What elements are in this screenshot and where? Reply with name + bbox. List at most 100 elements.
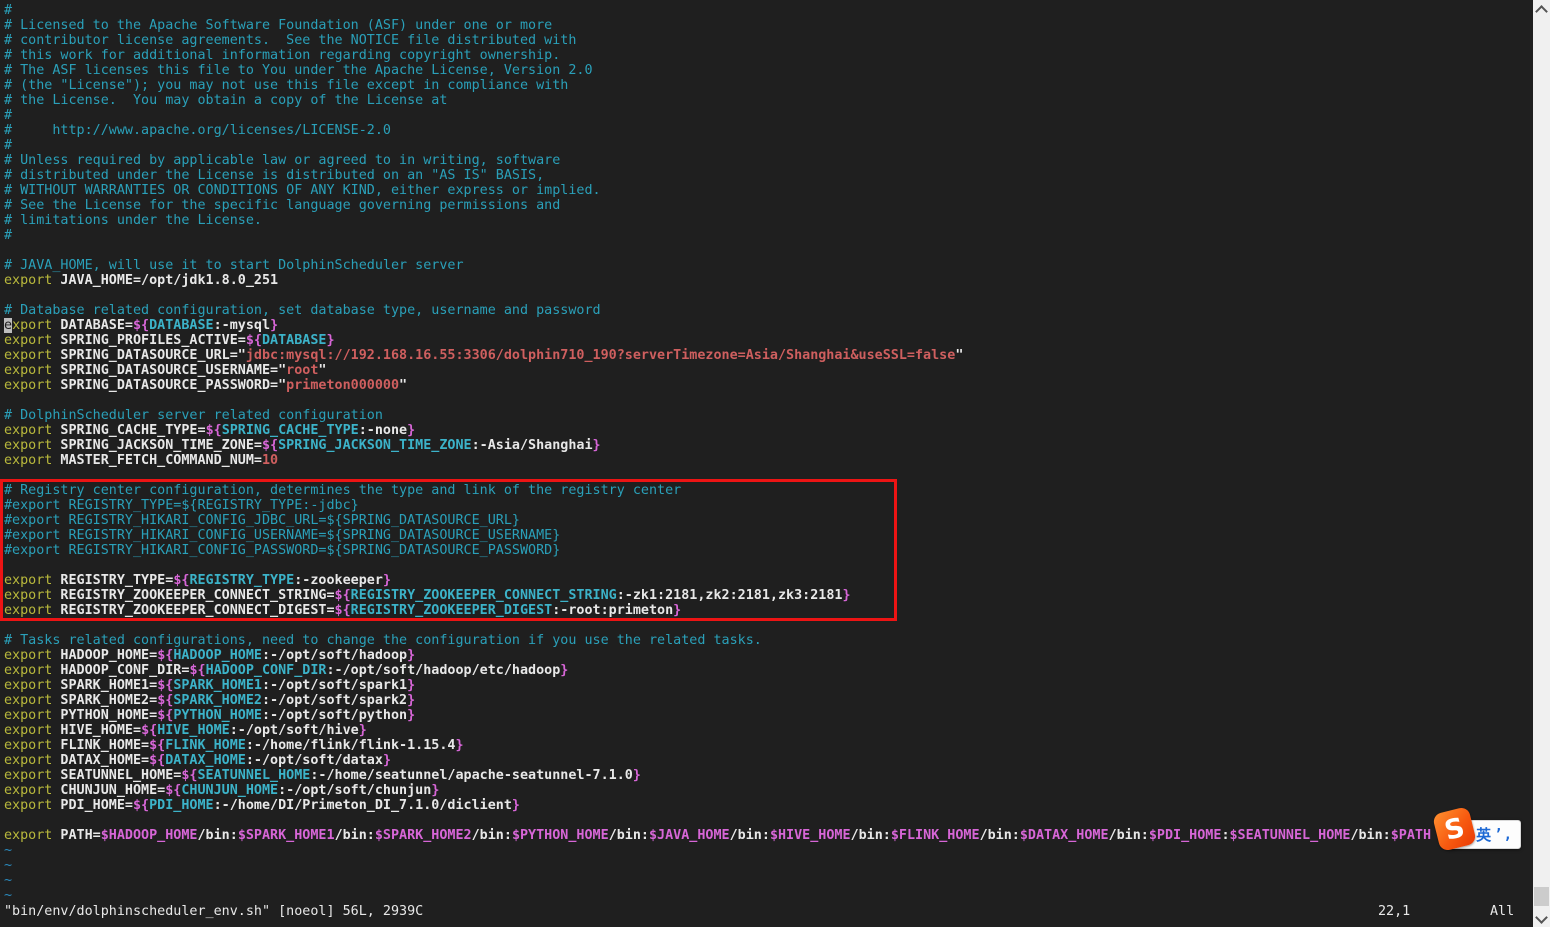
code-line	[4, 243, 1533, 258]
code-line: export SPRING_PROFILES_ACTIVE=${DATABASE…	[4, 333, 1533, 348]
token: # Licensed to the Apache Software Founda…	[4, 18, 552, 33]
token: /bin:	[335, 828, 375, 843]
code-line: export PYTHON_HOME=${PYTHON_HOME:-/opt/s…	[4, 708, 1533, 723]
token: #	[4, 138, 12, 153]
scrollbar[interactable]	[1533, 0, 1550, 927]
token: # The ASF licenses this file to You unde…	[4, 63, 593, 78]
token: DATABASE=	[52, 318, 133, 333]
token: xport	[12, 318, 52, 333]
scroll-position: All	[1490, 904, 1514, 919]
token: }	[842, 588, 850, 603]
token: #export REGISTRY_TYPE=${REGISTRY_TYPE:-j…	[4, 498, 359, 513]
token: :-zookeeper	[294, 573, 383, 588]
code-line: export CHUNJUN_HOME=${CHUNJUN_HOME:-/opt…	[4, 783, 1533, 798]
token: :-zk1:2181,zk2:2181,zk3:2181	[617, 588, 843, 603]
token: ${	[246, 333, 262, 348]
token: HIVE_HOME=	[52, 723, 141, 738]
token: # Database related configuration, set da…	[4, 303, 601, 318]
code-line: export SPARK_HOME1=${SPARK_HOME1:-/opt/s…	[4, 678, 1533, 693]
token: }	[633, 768, 641, 783]
token: "	[318, 363, 326, 378]
code-line: export REGISTRY_ZOOKEEPER_CONNECT_DIGEST…	[4, 603, 1533, 618]
token: JAVA_HOME=/opt/jdk1.8.0_251	[52, 273, 278, 288]
scrollbar-thumb[interactable]	[1534, 887, 1549, 906]
token: export	[4, 648, 52, 663]
code-line: # (the "License"); you may not use this …	[4, 78, 1533, 93]
scrollbar-down-arrow-icon[interactable]	[1535, 911, 1548, 924]
token: ${	[335, 588, 351, 603]
token: export	[4, 588, 52, 603]
token: :	[1221, 828, 1229, 843]
token: primeton000000	[286, 378, 399, 393]
ime-widget[interactable]: 英 ’, S	[1436, 810, 1526, 855]
token: REGISTRY_ZOOKEEPER_CONNECT_DIGEST=	[52, 603, 334, 618]
code-line: #export REGISTRY_TYPE=${REGISTRY_TYPE:-j…	[4, 498, 1533, 513]
code-line: # WITHOUT WARRANTIES OR CONDITIONS OF AN…	[4, 183, 1533, 198]
empty-line-tilde: ~	[4, 858, 1533, 873]
token: }	[431, 783, 439, 798]
code-line	[4, 288, 1533, 303]
code-line: export PDI_HOME=${PDI_HOME:-/home/DI/Pri…	[4, 798, 1533, 813]
terminal-window: # # Licensed to the Apache Software Found…	[0, 0, 1550, 927]
token: }	[560, 663, 568, 678]
code-line: #export REGISTRY_HIKARI_CONFIG_USERNAME=…	[4, 528, 1533, 543]
token: }	[407, 693, 415, 708]
token: }	[407, 423, 415, 438]
token: $JAVA_HOME	[649, 828, 730, 843]
token: # See the License for the specific langu…	[4, 198, 560, 213]
token: SEATUNNEL_HOME=	[52, 768, 181, 783]
token: }	[593, 438, 601, 453]
code-line: export SPRING_JACKSON_TIME_ZONE=${SPRING…	[4, 438, 1533, 453]
token: "	[955, 348, 963, 363]
code-line: # the License. You may obtain a copy of …	[4, 93, 1533, 108]
code-line: # Unless required by applicable law or a…	[4, 153, 1533, 168]
code-line: # DolphinScheduler server related config…	[4, 408, 1533, 423]
token: export	[4, 798, 52, 813]
code-line: export HADOOP_CONF_DIR=${HADOOP_CONF_DIR…	[4, 663, 1533, 678]
code-line: # limitations under the License.	[4, 213, 1533, 228]
token: REGISTRY_ZOOKEEPER_CONNECT_STRING=	[52, 588, 334, 603]
token: HADOOP_CONF_DIR=	[52, 663, 189, 678]
token: export	[4, 438, 52, 453]
token: }	[359, 723, 367, 738]
code-line	[4, 558, 1533, 573]
token: /bin:	[851, 828, 891, 843]
token: HADOOP_HOME=	[52, 648, 157, 663]
token: SPRING_JACKSON_TIME_ZONE	[278, 438, 471, 453]
token: :-/opt/soft/chunjun	[278, 783, 431, 798]
code-line: export MASTER_FETCH_COMMAND_NUM=10	[4, 453, 1533, 468]
file-info: "bin/env/dolphinscheduler_env.sh" [noeol…	[4, 904, 423, 919]
code-line	[4, 618, 1533, 633]
token: # http://www.apache.org/licenses/LICENSE…	[4, 123, 391, 138]
code-line: export SPRING_CACHE_TYPE=${SPRING_CACHE_…	[4, 423, 1533, 438]
token: ${	[133, 318, 149, 333]
editor-buffer[interactable]: # # Licensed to the Apache Software Found…	[0, 3, 1533, 903]
token: }	[455, 738, 463, 753]
token: #	[4, 228, 12, 243]
code-line: export HIVE_HOME=${HIVE_HOME:-/opt/soft/…	[4, 723, 1533, 738]
token: FLINK_HOME	[165, 738, 246, 753]
ime-mode-indicator[interactable]: 英	[1476, 824, 1491, 845]
token: /bin:	[980, 828, 1020, 843]
token: ${	[157, 693, 173, 708]
token: HIVE_HOME	[157, 723, 230, 738]
token: :-root:primeton	[552, 603, 673, 618]
code-line: export SPARK_HOME2=${SPARK_HOME2:-/opt/s…	[4, 693, 1533, 708]
token: :-/home/DI/Primeton_DI_7.1.0/diclient	[214, 798, 512, 813]
scrollbar-up-arrow-icon[interactable]	[1535, 5, 1548, 18]
token: export	[4, 663, 52, 678]
token: DATAX_HOME	[165, 753, 246, 768]
token: $SEATUNNEL_HOME	[1230, 828, 1351, 843]
ime-punctuation-indicator[interactable]: ’,	[1494, 827, 1513, 843]
token: export	[4, 453, 52, 468]
token: export	[4, 678, 52, 693]
code-line: # distributed under the License is distr…	[4, 168, 1533, 183]
token: ${	[262, 438, 278, 453]
token: # the License. You may obtain a copy of …	[4, 93, 447, 108]
token: # distributed under the License is distr…	[4, 168, 544, 183]
token: PDI_HOME=	[52, 798, 133, 813]
code-line	[4, 813, 1533, 828]
token: SPRING_JACKSON_TIME_ZONE=	[52, 438, 262, 453]
code-line: #	[4, 108, 1533, 123]
code-line: # this work for additional information r…	[4, 48, 1533, 63]
